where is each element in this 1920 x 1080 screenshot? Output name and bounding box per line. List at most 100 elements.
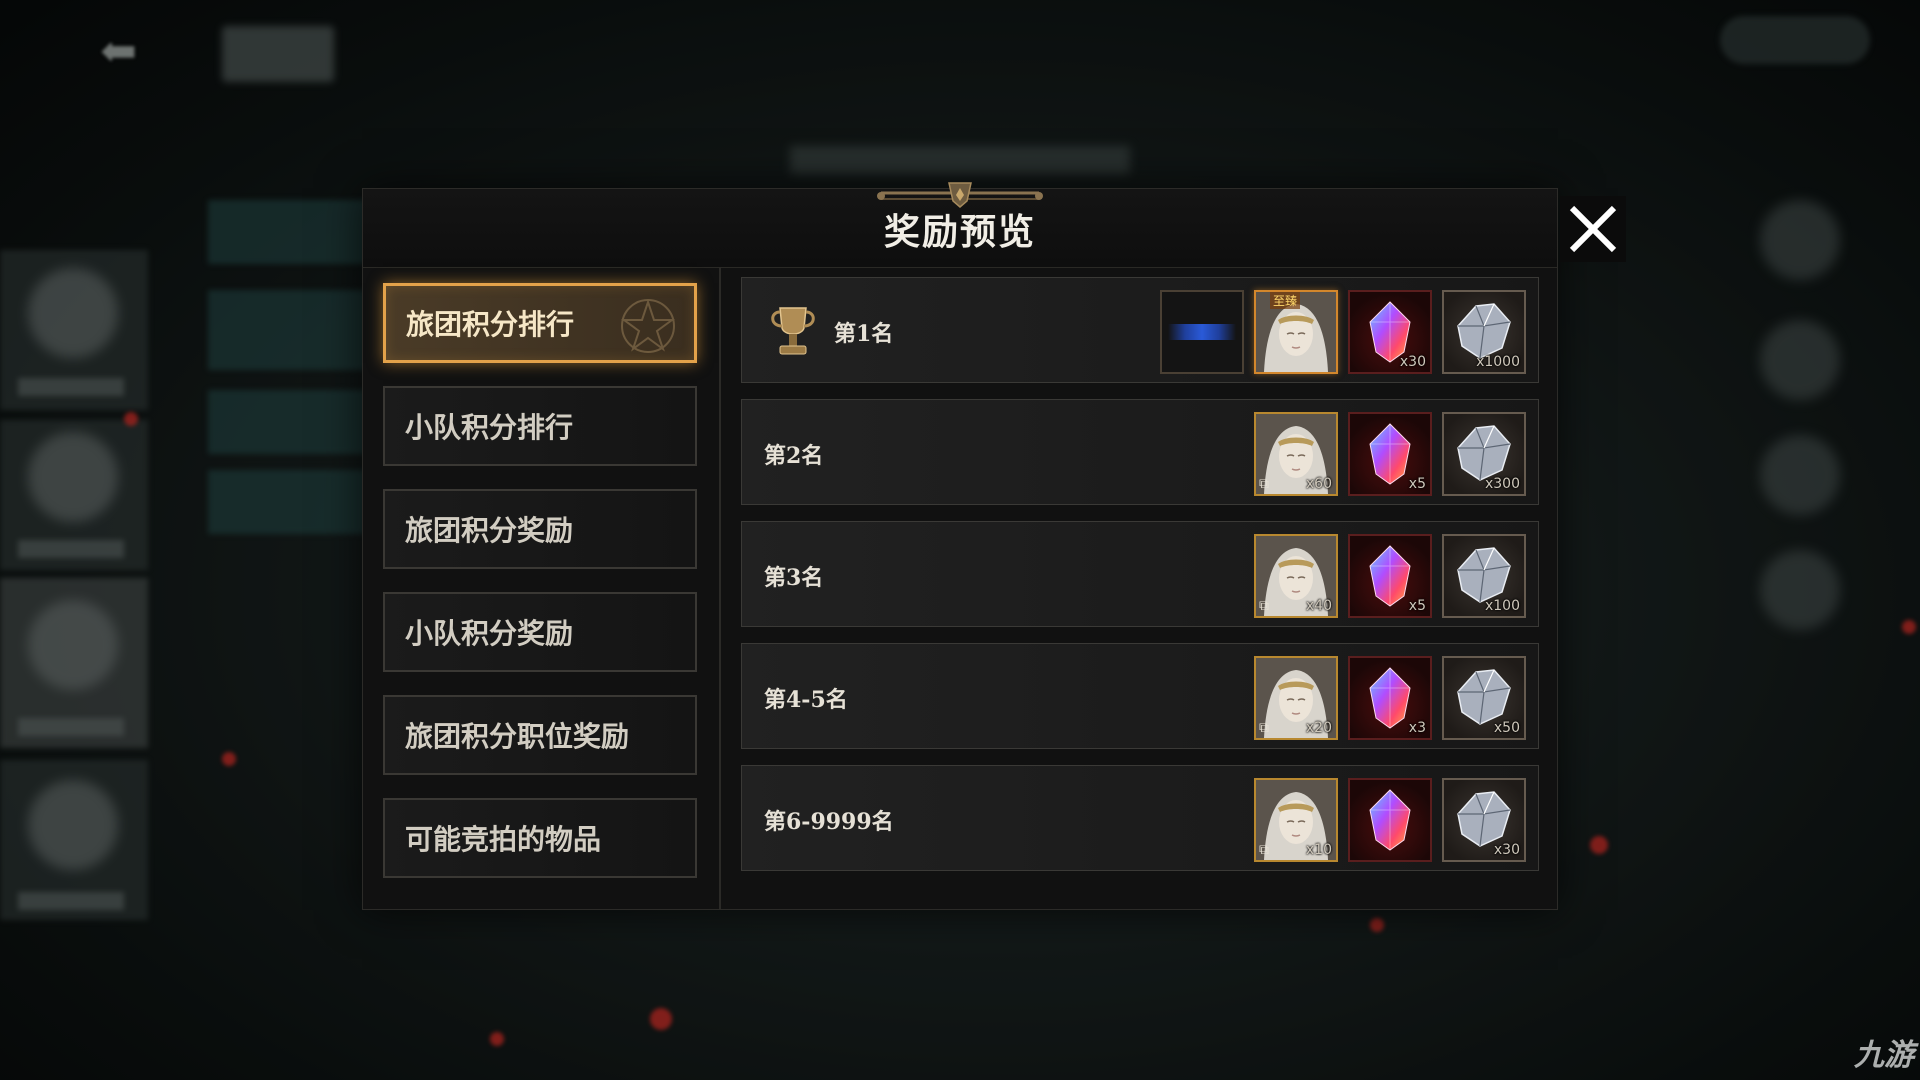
blurred-list-tile (208, 390, 368, 454)
menu-item-squad-points-rewards[interactable]: 小队积分奖励 (383, 592, 697, 672)
back-arrow-icon: ⬅ (100, 26, 137, 77)
category-menu: 旅团积分排行 小队积分排行 旅团积分奖励 小队积分奖励 旅团积分职位奖励 可能竞… (383, 283, 699, 901)
prismatic-crystal-icon[interactable]: x3 (1348, 656, 1432, 740)
blurred-list-tile (208, 470, 368, 534)
blurred-top-right-widget (1720, 16, 1870, 64)
reward-items: ⧉ x60 x5 x300 (1254, 412, 1526, 496)
rank-label: 第3名 (764, 565, 824, 591)
rank-label: 第2名 (764, 443, 824, 469)
fragment-mark-icon: ⧉ (1259, 598, 1269, 614)
item-quantity: x60 (1305, 476, 1332, 492)
silver-diamond-icon[interactable]: x100 (1442, 534, 1526, 618)
blurred-list-tile (208, 290, 368, 370)
item-quantity: x20 (1305, 720, 1332, 736)
fragment-mark-icon: ⧉ (1259, 842, 1269, 858)
item-quantity: x10 (1305, 842, 1332, 858)
blurred-left-label (18, 540, 124, 558)
portrait-fragment-icon[interactable]: ⧉ x40 (1254, 534, 1338, 618)
silver-diamond-icon[interactable]: x30 (1442, 778, 1526, 862)
blurred-left-label (18, 892, 124, 910)
blurred-left-icon (28, 432, 118, 522)
menu-item-label: 可能竞拍的物品 (405, 823, 602, 856)
item-quantity: x30 (1493, 842, 1520, 858)
emblem-icon (620, 298, 676, 353)
rank-row: 第2名 ⧉ x60 x5 x300 (741, 399, 1539, 505)
blurred-page-title (222, 26, 334, 82)
prismatic-crystal-icon[interactable]: x5 (1348, 534, 1432, 618)
rank-reward-list: 第1名 至臻 x30 x1000 第2名 ⧉ x60 x5 x300 第3名 ⧉ x40… (741, 277, 1539, 887)
ember-particle (1370, 918, 1384, 932)
silver-diamond-icon[interactable]: x50 (1442, 656, 1526, 740)
ember-particle (490, 1032, 504, 1046)
modal-header: 奖励预览 (363, 182, 1557, 268)
prismatic-crystal-icon[interactable] (1348, 778, 1432, 862)
menu-item-label: 旅团积分奖励 (405, 514, 574, 547)
quality-badge: 至臻 (1270, 292, 1301, 309)
item-quantity: x5 (1408, 476, 1426, 492)
menu-item-legion-position-rewards[interactable]: 旅团积分职位奖励 (383, 695, 697, 775)
blurred-left-label (18, 718, 124, 736)
item-quantity: x1000 (1476, 354, 1520, 370)
modal-title: 奖励预览 (883, 211, 1036, 253)
menu-item-label: 小队积分排行 (405, 411, 574, 444)
item-quantity: x5 (1408, 598, 1426, 614)
portrait-fragment-icon[interactable]: ⧉ x60 (1254, 412, 1338, 496)
item-quantity: x30 (1399, 354, 1426, 370)
rank-row: 第4-5名 ⧉ x20 x3 x50 (741, 643, 1539, 749)
item-quantity: x40 (1305, 598, 1332, 614)
reward-preview-modal: 奖励预览 旅团积分排行 小队积分排行 旅团积分奖励 小队积分奖励 旅团积分职位奖… (362, 182, 1558, 910)
ember-particle (1590, 836, 1608, 854)
title-plate-icon[interactable] (1160, 290, 1244, 374)
menu-item-label: 旅团积分排行 (406, 308, 575, 341)
ember-particle (1902, 620, 1916, 634)
blurred-left-label (18, 378, 124, 396)
blurred-left-icon (28, 268, 118, 358)
blurred-left-icon (28, 600, 118, 690)
rank-label: 第1名 (834, 321, 894, 347)
ember-particle (124, 412, 138, 426)
rank-label: 第4-5名 (764, 687, 848, 713)
blurred-subtitle (790, 146, 1130, 174)
menu-item-label: 小队积分奖励 (405, 617, 574, 650)
portrait-fragment-icon[interactable]: ⧉ x20 (1254, 656, 1338, 740)
ember-particle (222, 752, 236, 766)
menu-item-auction-items[interactable]: 可能竞拍的物品 (383, 798, 697, 878)
blurred-right-icon (1760, 200, 1840, 280)
reward-items: ⧉ x10 x30 (1254, 778, 1526, 862)
menu-item-legion-points-rewards[interactable]: 旅团积分奖励 (383, 489, 697, 569)
reward-items: ⧉ x20 x3 x50 (1254, 656, 1526, 740)
blurred-left-icon (28, 780, 118, 870)
blurred-list-tile (208, 200, 368, 264)
blurred-right-icon (1760, 435, 1840, 515)
silver-diamond-icon[interactable]: x300 (1442, 412, 1526, 496)
item-quantity: x100 (1484, 598, 1520, 614)
prismatic-crystal-icon[interactable]: x5 (1348, 412, 1432, 496)
close-button[interactable] (1560, 196, 1626, 262)
fragment-mark-icon: ⧉ (1259, 476, 1269, 492)
prismatic-crystal-icon[interactable]: x30 (1348, 290, 1432, 374)
item-quantity: x300 (1484, 476, 1520, 492)
blurred-right-icon (1760, 320, 1840, 400)
silver-diamond-icon[interactable]: x1000 (1442, 290, 1526, 374)
item-quantity: x3 (1408, 720, 1426, 736)
title-plate-art (1168, 324, 1236, 340)
blurred-right-icon (1760, 550, 1840, 630)
item-quantity: x50 (1493, 720, 1520, 736)
rank-label: 第6-9999名 (764, 809, 894, 835)
rank-row: 第3名 ⧉ x40 x5 x100 (741, 521, 1539, 627)
menu-item-squad-points-ranking[interactable]: 小队积分排行 (383, 386, 697, 466)
menu-item-label: 旅团积分职位奖励 (405, 720, 630, 753)
portrait-fragment-icon[interactable]: ⧉ x10 (1254, 778, 1338, 862)
fragment-mark-icon: ⧉ (1259, 720, 1269, 736)
menu-item-legion-points-ranking[interactable]: 旅团积分排行 (383, 283, 697, 363)
rank-row: 第1名 至臻 x30 x1000 (741, 277, 1539, 383)
trophy-icon (771, 307, 815, 355)
rank-row: 第6-9999名 ⧉ x10 x30 (741, 765, 1539, 871)
watermark-logo: 九游 (1854, 1038, 1914, 1073)
column-divider (719, 267, 721, 909)
crystal-art (1369, 789, 1411, 851)
reward-items: ⧉ x40 x5 x100 (1254, 534, 1526, 618)
ember-particle (650, 1008, 672, 1030)
character-portrait-icon[interactable]: 至臻 (1254, 290, 1338, 374)
close-icon (1569, 205, 1617, 253)
